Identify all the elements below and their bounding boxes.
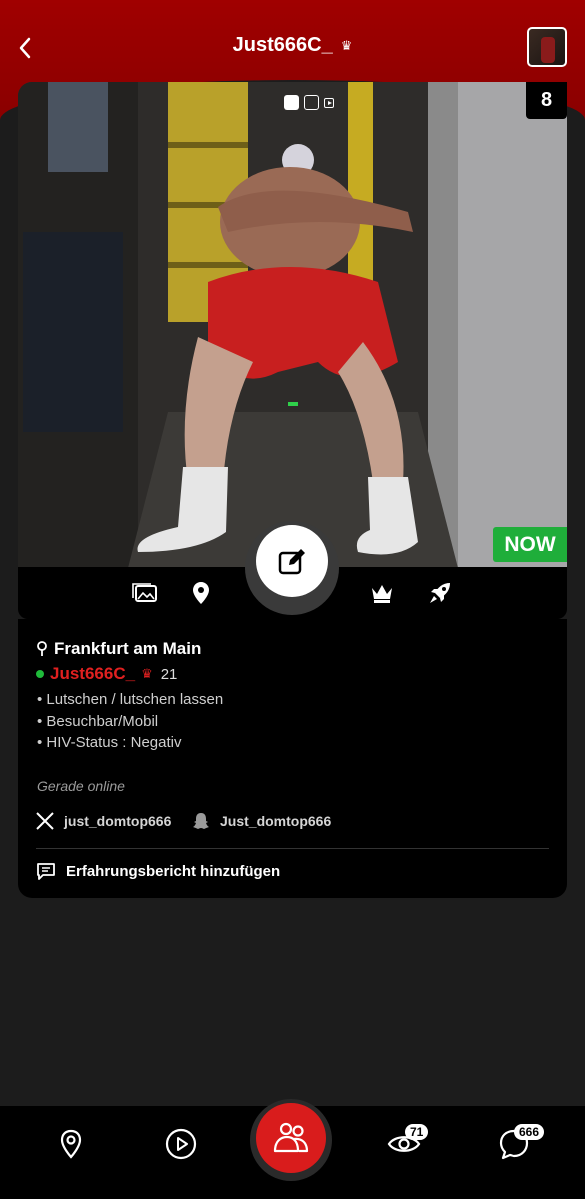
age: 21 [160, 665, 178, 683]
profile-info-card [18, 619, 567, 898]
snapchat-link[interactable]: Just_domtop666 [192, 812, 331, 830]
add-review-label: Erfahrungsbericht hinzufügen [66, 862, 281, 880]
x-handle: just_domtop666 [64, 813, 172, 829]
now-badge: NOW [493, 527, 567, 562]
gallery-icon [132, 583, 157, 602]
comment-icon [37, 863, 55, 880]
photo-illustration [18, 82, 567, 568]
visitors-badge: 71 [405, 1124, 429, 1140]
edit-icon [278, 549, 305, 575]
snapchat-ghost-icon [193, 813, 209, 829]
username: Just666C_ [50, 664, 136, 683]
avatar-figure [541, 37, 555, 63]
pager-dot-active[interactable] [284, 95, 299, 110]
location-line: Frankfurt am Main [36, 639, 201, 659]
crown-icon [372, 585, 392, 603]
crown-icon: ♛ [340, 37, 353, 53]
pager-video-icon[interactable] [324, 97, 334, 108]
people-icon [273, 1122, 309, 1153]
user-line: Just666C_ ♛ 21 [36, 664, 177, 684]
add-review-button[interactable]: Erfahrungsbericht hinzufügen [36, 861, 280, 881]
location-pin-outline-icon [37, 641, 47, 656]
online-indicator [36, 670, 44, 678]
profile-tags: • Lutschen / lutschen lassen • Besuchbar… [37, 689, 223, 754]
header-title-wrap: Just666C_ ♛ [0, 34, 585, 57]
location-pin-icon [193, 582, 209, 604]
photo-counter-badge: 8 [526, 82, 567, 119]
location-text: Frankfurt am Main [54, 639, 202, 658]
play-icon [165, 1128, 197, 1160]
pager-dot[interactable] [304, 95, 319, 110]
rocket-icon [430, 583, 450, 603]
edit-button[interactable] [256, 525, 328, 597]
avatar[interactable] [527, 27, 567, 67]
nav-videos[interactable] [161, 1124, 201, 1164]
nav-people[interactable] [256, 1103, 326, 1173]
tag-item: • Lutschen / lutschen lassen [37, 691, 224, 708]
map-pin-icon [60, 1129, 82, 1159]
snapchat-handle: Just_domtop666 [220, 813, 332, 829]
profile-photo[interactable] [18, 82, 567, 568]
tag-item: • HIV-Status : Negativ [37, 734, 182, 751]
chat-badge: 666 [514, 1124, 545, 1140]
crown-icon: ♛ [141, 666, 153, 681]
online-status-text: Gerade online [37, 778, 125, 794]
tag-item: • Besuchbar/Mobil [37, 712, 159, 730]
divider [36, 848, 549, 849]
premium-button[interactable] [367, 578, 397, 608]
x-link[interactable]: just_domtop666 [36, 812, 171, 830]
nav-map[interactable] [51, 1124, 91, 1164]
location-button[interactable] [186, 578, 216, 608]
page-title: Just666C_ [232, 34, 333, 56]
photo-pager[interactable] [284, 95, 334, 110]
gallery-button[interactable] [130, 578, 160, 608]
x-logo-icon [36, 812, 54, 830]
boost-button[interactable] [425, 578, 455, 608]
